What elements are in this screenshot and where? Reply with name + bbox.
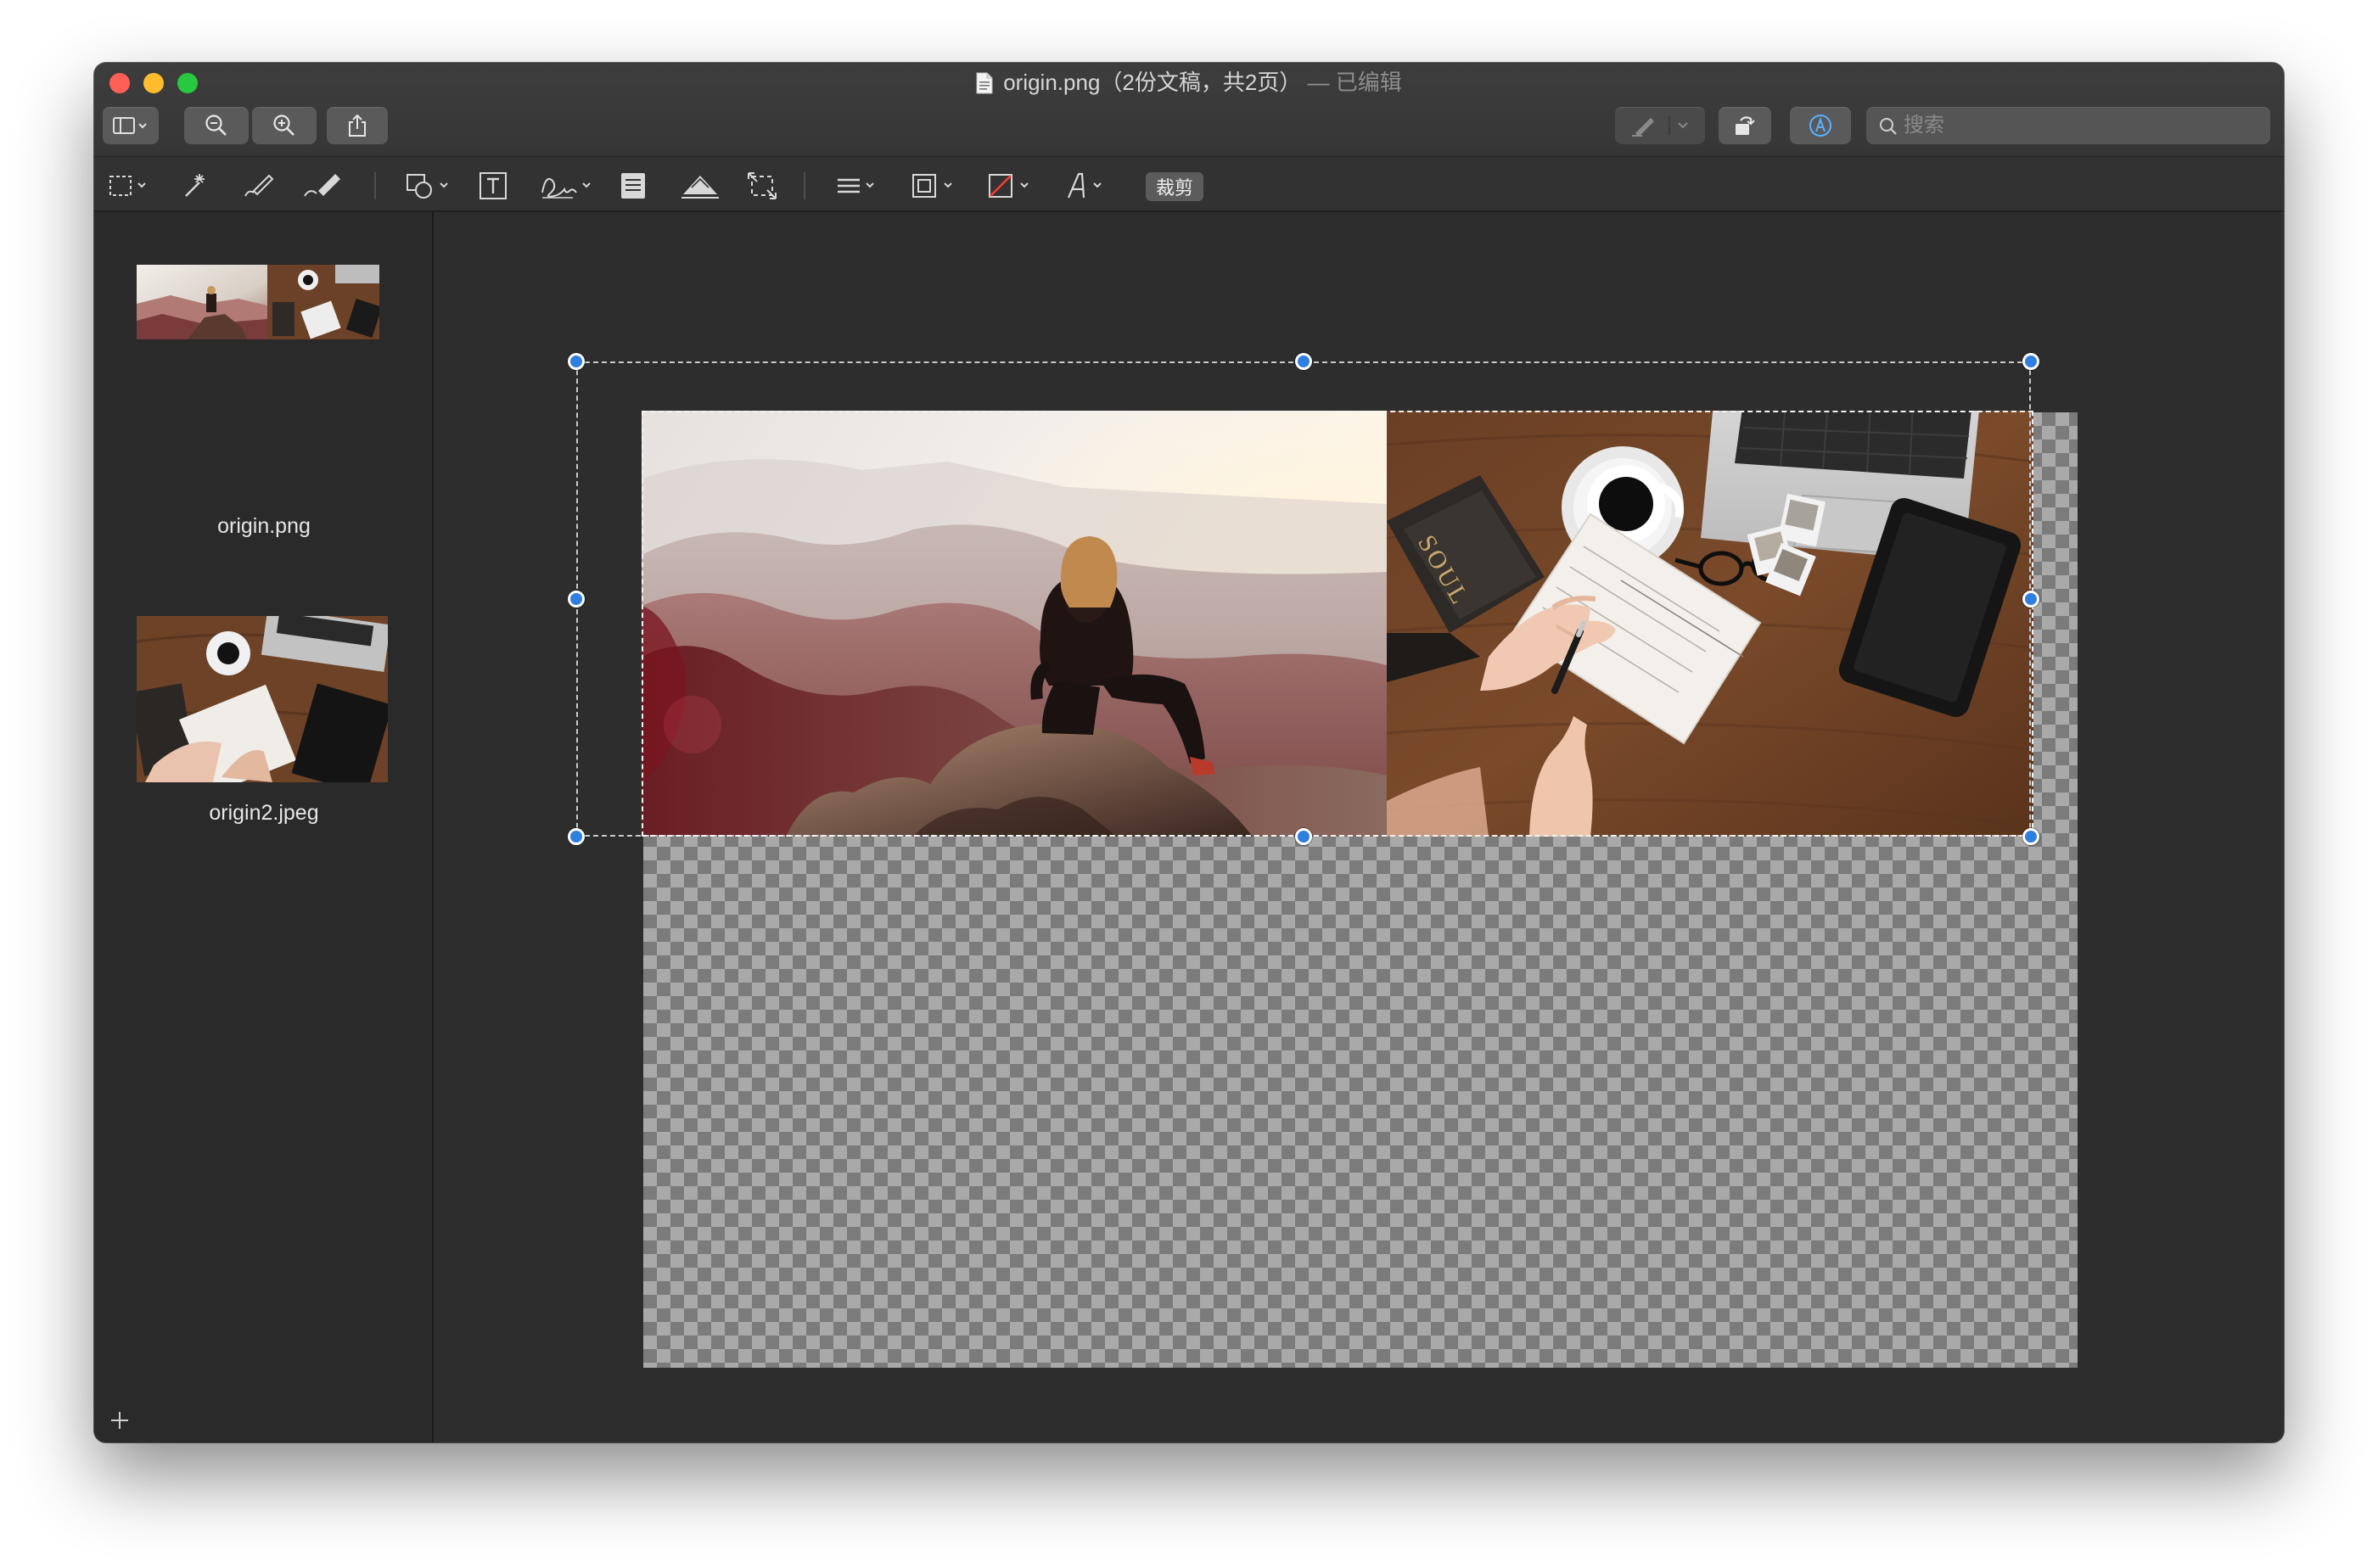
text-style-tool[interactable] xyxy=(1063,171,1114,201)
selection-handle-bottom-center[interactable] xyxy=(1295,828,1312,845)
search-icon xyxy=(1880,118,1897,135)
thumbnail-sidebar: origin.png origin2.jpeg xyxy=(94,212,434,1442)
mountain-scene-image xyxy=(642,411,1387,837)
selection-handle-bottom-right[interactable] xyxy=(2022,828,2039,845)
zoom-in-button[interactable] xyxy=(252,107,317,144)
thumbnail-origin-png[interactable] xyxy=(137,265,379,339)
text-icon xyxy=(480,172,507,199)
share-button[interactable] xyxy=(327,107,388,144)
rectangular-selection-tool[interactable] xyxy=(108,171,152,201)
draw-icon xyxy=(304,174,340,197)
shapes-icon xyxy=(407,174,448,199)
markup-icon xyxy=(1809,115,1831,137)
preview-window: origin.png（2份文稿，共2页） — 已编辑 搜索 裁剪 origin.… xyxy=(94,63,2284,1442)
title-bar: origin.png（2份文稿，共2页） — 已编辑 xyxy=(94,63,2284,156)
instant-alpha-tool[interactable] xyxy=(179,171,210,201)
toolbar-separator xyxy=(374,172,376,199)
zoom-in-icon xyxy=(273,115,294,136)
window-title: origin.png（2份文稿，共2页） — 已编辑 xyxy=(94,68,2284,97)
sidebar-toggle-icon xyxy=(113,117,147,134)
edited-status: — 已编辑 xyxy=(1301,70,1402,95)
zoom-out-icon xyxy=(205,115,227,136)
share-icon xyxy=(349,114,366,137)
selection-handle-top-right[interactable] xyxy=(2022,353,2039,370)
thumbnail-image xyxy=(137,616,388,782)
adjust-size-icon xyxy=(748,172,777,199)
sketch-icon xyxy=(244,174,274,197)
mountain-photo xyxy=(642,411,1387,837)
border-color-tool[interactable] xyxy=(911,171,963,201)
shape-style-tool[interactable] xyxy=(834,171,885,201)
crop-button[interactable]: 裁剪 xyxy=(1146,172,1203,201)
adjust-color-tool[interactable] xyxy=(680,171,721,201)
thumbnail-label-origin2-jpeg[interactable]: origin2.jpeg xyxy=(94,801,434,826)
selection-handle-top-left[interactable] xyxy=(568,353,585,370)
search-input[interactable] xyxy=(1904,107,2260,144)
add-page-button[interactable] xyxy=(108,1408,132,1432)
sidebar-toggle-button[interactable] xyxy=(103,107,159,144)
fill-color-icon xyxy=(989,174,1029,198)
selection-handle-bottom-left[interactable] xyxy=(568,828,585,845)
shape-style-icon xyxy=(838,178,874,193)
rotate-icon xyxy=(1736,116,1755,135)
thumbnail-label-origin-png[interactable]: origin.png xyxy=(94,514,434,539)
highlight-button[interactable] xyxy=(1615,107,1705,144)
document-canvas[interactable]: SOUL xyxy=(435,212,2284,1442)
adjust-size-tool[interactable] xyxy=(746,171,778,201)
title-text: origin.png（2份文稿，共2页） xyxy=(1003,70,1302,95)
selection-handle-middle-left[interactable] xyxy=(568,591,585,608)
sketch-tool[interactable] xyxy=(240,171,278,201)
shapes-tool[interactable] xyxy=(405,171,457,201)
fill-color-tool[interactable] xyxy=(987,171,1040,201)
border-color-icon xyxy=(912,174,952,198)
thumbnail-origin2-jpeg[interactable] xyxy=(137,616,388,782)
thumbnail-image xyxy=(137,265,379,339)
document-icon xyxy=(976,72,993,94)
desk-photo: SOUL xyxy=(1387,411,2033,837)
rotate-button[interactable] xyxy=(1719,107,1771,144)
search-field[interactable] xyxy=(1866,107,2270,144)
plus-icon xyxy=(111,1412,128,1429)
desk-scene-image: SOUL xyxy=(1387,411,2033,837)
sign-tool[interactable] xyxy=(539,171,600,201)
adjust-color-icon xyxy=(681,176,719,199)
note-tool[interactable] xyxy=(619,171,648,201)
text-tool[interactable] xyxy=(478,171,510,201)
selection-handle-middle-right[interactable] xyxy=(2022,591,2039,608)
zoom-out-button[interactable] xyxy=(184,107,249,144)
highlight-pen-icon xyxy=(1632,116,1688,137)
draw-tool[interactable] xyxy=(301,171,345,201)
sign-icon xyxy=(541,177,591,199)
selection-handle-top-center[interactable] xyxy=(1295,353,1312,370)
rectangular-selection-icon xyxy=(109,176,146,196)
text-style-icon xyxy=(1067,172,1102,199)
toolbar-separator xyxy=(804,172,805,199)
instant-alpha-icon xyxy=(185,174,205,197)
markup-toolbar-button[interactable] xyxy=(1790,107,1851,144)
markup-toolbar: 裁剪 xyxy=(94,156,2284,212)
note-icon xyxy=(621,173,645,199)
